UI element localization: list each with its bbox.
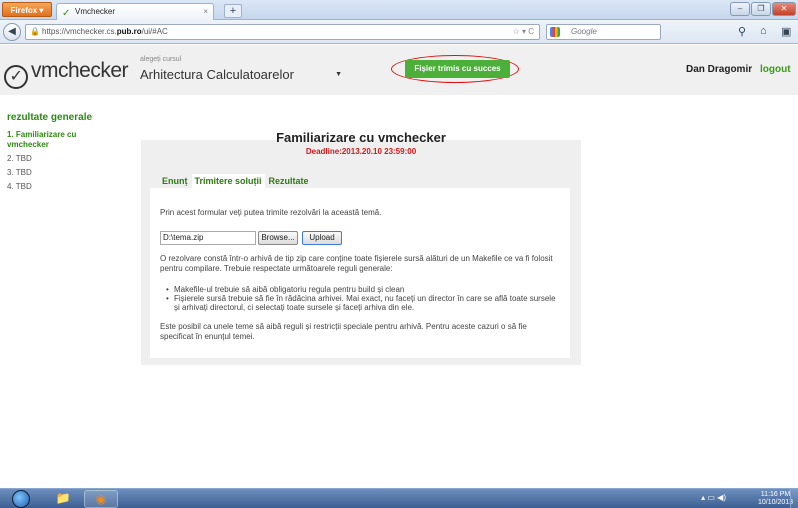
- rule-item: Fișierele sursă trebuie să fie în rădăci…: [166, 294, 560, 312]
- browser-navbar: ◀ 🔒 https://vmchecker.cs.pub.ro/ui/#AC ☆…: [0, 20, 798, 44]
- show-desktop-button[interactable]: [790, 489, 798, 508]
- description-text: O rezolvare constă într-o arhivă de tip …: [160, 254, 553, 273]
- explorer-folder-icon[interactable]: 📁: [46, 490, 80, 508]
- note-text: Este posibil ca unele teme să aibă regul…: [160, 322, 527, 341]
- system-clock[interactable]: 11:16 PM 10/10/2013: [758, 491, 793, 507]
- upload-button[interactable]: Upload: [302, 231, 342, 245]
- deadline: Deadline:2013.20.10 23:59:00: [305, 147, 417, 156]
- firefox-taskbar-icon[interactable]: ◉: [84, 490, 118, 508]
- sidebar-list: 1. Familiarizare cu vmchecker 2. TBD 3. …: [7, 130, 117, 196]
- new-tab-button[interactable]: +: [224, 4, 242, 18]
- home-icon[interactable]: ⌂: [760, 25, 767, 37]
- google-icon: [550, 27, 560, 37]
- start-button[interactable]: [12, 490, 30, 508]
- search-icon[interactable]: ⚲: [738, 25, 746, 38]
- windows-taskbar: 📁 ◉ ▴ ▭ ◀) 11:16 PM 10/10/2013: [0, 488, 798, 508]
- url-suffix: /ui/#AC: [141, 27, 168, 36]
- url-prefix: https://vmchecker.cs.: [42, 27, 117, 36]
- tab-enunt[interactable]: Enunț: [159, 174, 191, 189]
- course-selected-value: Arhitectura Calculatoarelor: [140, 67, 294, 82]
- sidebar-item-tbd-4[interactable]: 4. TBD: [7, 182, 117, 192]
- sidebar-item-tbd-3[interactable]: 3. TBD: [7, 168, 117, 178]
- maximize-button[interactable]: ❐: [751, 2, 771, 16]
- sidebar-title[interactable]: rezultate generale: [7, 112, 92, 123]
- tab-title: Vmchecker: [75, 7, 116, 16]
- search-input[interactable]: Google: [546, 24, 661, 40]
- assignment-title: Familiarizare cu vmchecker: [276, 130, 446, 145]
- minimize-button[interactable]: –: [730, 2, 750, 16]
- tab-close-icon[interactable]: ×: [203, 4, 208, 20]
- chevron-down-icon: ▼: [335, 71, 342, 78]
- rules-list: Makefile-ul trebuie să aibă obligatoriu …: [166, 285, 560, 312]
- bookmarks-icon[interactable]: ▣: [781, 25, 791, 38]
- vmchecker-logo[interactable]: ✓ vmchecker: [4, 59, 129, 89]
- submission-content: Prin acest formular veți putea trimite r…: [150, 188, 570, 358]
- user-name: Dan Dragomir: [686, 64, 753, 75]
- close-window-button[interactable]: ✕: [772, 2, 796, 16]
- back-button[interactable]: ◀: [3, 23, 21, 41]
- sidebar-item-familiarizare[interactable]: 1. Familiarizare cu vmchecker: [7, 130, 107, 150]
- logout-link[interactable]: logout: [760, 64, 791, 75]
- system-tray-icon[interactable]: ▴ ▭ ◀): [701, 493, 726, 502]
- browse-button[interactable]: Browse...: [258, 231, 298, 245]
- lock-icon: 🔒: [30, 27, 40, 36]
- success-toast: Fișier trimis cu succes: [405, 60, 510, 78]
- sidebar-item-tbd-2[interactable]: 2. TBD: [7, 154, 117, 164]
- search-placeholder: Google: [571, 27, 597, 36]
- tab-trimitere-solutii[interactable]: Trimitere soluții: [191, 174, 265, 189]
- address-bar[interactable]: 🔒 https://vmchecker.cs.pub.ro/ui/#AC ☆ ▾…: [25, 24, 540, 40]
- clock-time: 11:16 PM: [760, 491, 791, 498]
- bookmark-star-icon[interactable]: ☆ ▾ C: [513, 25, 534, 39]
- firefox-menu-button[interactable]: Firefox ▾: [2, 2, 52, 17]
- browser-titlebar: Firefox ▾ ✓ Vmchecker × + – ❐ ✕: [0, 0, 798, 20]
- clock-date: 10/10/2013: [758, 499, 794, 506]
- course-label: alegeți cursul: [140, 56, 182, 63]
- url-domain: pub.ro: [116, 27, 142, 36]
- course-select[interactable]: Arhitectura Calculatoarelor ▼: [140, 67, 346, 83]
- intro-text: Prin acest formular veți putea trimite r…: [160, 208, 382, 217]
- rule-item: Makefile-ul trebuie să aibă obligatoriu …: [166, 285, 560, 294]
- browser-tab[interactable]: ✓ Vmchecker ×: [56, 3, 214, 20]
- checkmark-icon: ✓: [4, 65, 28, 89]
- tab-rezultate[interactable]: Rezultate: [266, 174, 312, 189]
- assignment-tabs: Enunț Trimitere soluții Rezultate: [159, 174, 313, 189]
- file-path-input[interactable]: D:\tema.zip: [160, 231, 256, 245]
